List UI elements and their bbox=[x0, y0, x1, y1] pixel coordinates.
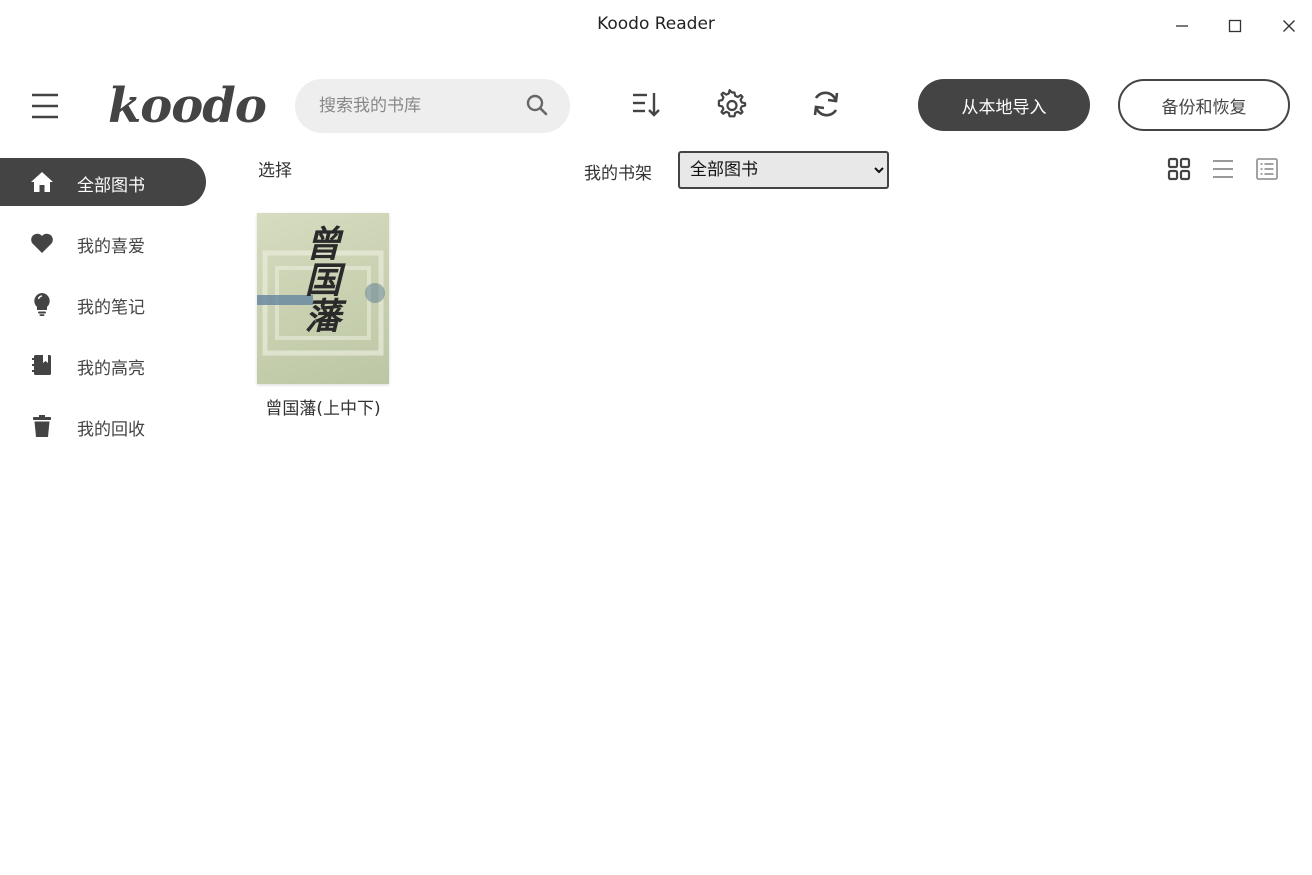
shelf-label: 我的书架 bbox=[584, 164, 652, 184]
sidebar-item-notes[interactable]: 我的笔记 bbox=[0, 280, 206, 328]
heart-icon bbox=[31, 233, 53, 253]
search-box bbox=[295, 79, 570, 133]
home-icon bbox=[31, 172, 53, 192]
search-icon[interactable] bbox=[525, 93, 549, 117]
shelf-select[interactable]: 全部图书 bbox=[678, 151, 889, 189]
app-header: koodo 从本地导入 备份和恢复 bbox=[0, 52, 1312, 152]
close-icon bbox=[1283, 20, 1295, 32]
close-button[interactable] bbox=[1275, 12, 1303, 40]
cover-title: 曾国藩 bbox=[299, 225, 341, 333]
sync-icon[interactable] bbox=[810, 88, 842, 120]
hamburger-icon bbox=[32, 93, 58, 119]
menu-button[interactable] bbox=[30, 92, 60, 120]
title-bar: Koodo Reader bbox=[0, 0, 1312, 52]
trash-icon bbox=[33, 415, 51, 437]
minimize-icon bbox=[1176, 25, 1188, 27]
grid-view-icon[interactable] bbox=[1167, 157, 1191, 181]
sidebar-item-label: 全部图书 bbox=[77, 176, 145, 196]
lightbulb-icon bbox=[34, 293, 50, 316]
bookmark-book-icon bbox=[32, 355, 51, 375]
sidebar-item-trash[interactable]: 我的回收 bbox=[0, 402, 206, 450]
select-button[interactable]: 选择 bbox=[258, 156, 292, 181]
sidebar-item-highlights[interactable]: 我的高亮 bbox=[0, 341, 206, 389]
sidebar-item-label: 我的高亮 bbox=[77, 359, 145, 379]
maximize-icon bbox=[1228, 19, 1242, 33]
sidebar-item-all-books[interactable]: 全部图书 bbox=[0, 158, 206, 206]
book-cover[interactable]: 曾国藩 bbox=[257, 213, 389, 384]
import-local-button[interactable]: 从本地导入 bbox=[918, 79, 1090, 131]
list-view-icon[interactable] bbox=[1211, 157, 1235, 181]
window-title: Koodo Reader bbox=[597, 14, 715, 34]
settings-gear-icon[interactable] bbox=[716, 88, 748, 120]
sidebar-item-label: 我的回收 bbox=[77, 420, 145, 440]
sidebar-item-favorites[interactable]: 我的喜爱 bbox=[0, 219, 206, 267]
sidebar-item-label: 我的笔记 bbox=[77, 298, 145, 318]
search-input[interactable] bbox=[319, 89, 519, 123]
app-logo: koodo bbox=[108, 78, 267, 134]
sidebar-item-label: 我的喜爱 bbox=[77, 237, 145, 257]
book-title: 曾国藩(上中下) bbox=[265, 399, 381, 419]
sidebar: 全部图书 我的喜爱 我的笔记 我的高亮 我的回收 bbox=[0, 152, 210, 875]
sort-icon[interactable] bbox=[630, 88, 662, 120]
maximize-button[interactable] bbox=[1221, 12, 1249, 40]
minimize-button[interactable] bbox=[1168, 12, 1196, 40]
detail-view-icon[interactable] bbox=[1255, 157, 1279, 181]
backup-restore-button[interactable]: 备份和恢复 bbox=[1118, 79, 1290, 131]
book-card[interactable]: 曾国藩 曾国藩(上中下) bbox=[257, 213, 389, 419]
